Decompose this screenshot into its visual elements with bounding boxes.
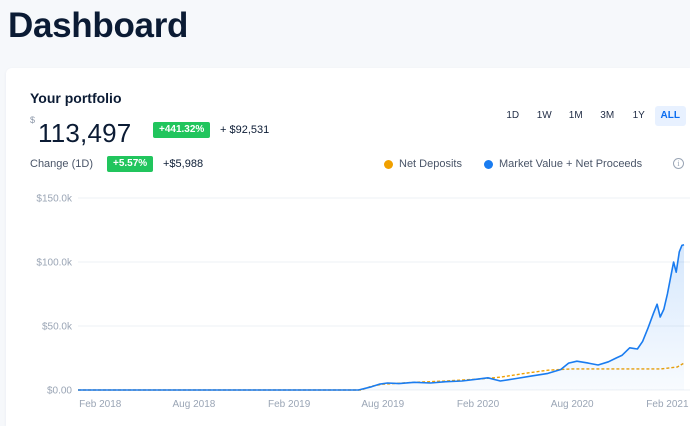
y-tick-label: $0.00 (47, 386, 72, 397)
series-area-market-value (78, 244, 684, 390)
x-tick-label: Feb 2020 (457, 399, 500, 410)
x-tick-label: Feb 2018 (79, 399, 122, 410)
x-tick-label: Feb 2021 (646, 399, 689, 410)
x-tick-label: Aug 2020 (551, 399, 594, 410)
y-tick-label: $150.0k (36, 194, 73, 205)
x-tick-label: Aug 2018 (173, 399, 216, 410)
page-title: Dashboard (8, 6, 189, 45)
y-tick-label: $100.0k (36, 258, 73, 269)
y-tick-label: $50.0k (42, 322, 73, 333)
x-tick-label: Aug 2019 (361, 399, 404, 410)
portfolio-chart: $0.00 $50.0k $100.0k $150.0k Feb 2018 Aug 201… (36, 194, 690, 410)
x-tick-label: Feb 2019 (268, 399, 311, 410)
portfolio-card: Your portfolio $ 113,497 +441.32% + $92,… (6, 68, 690, 426)
